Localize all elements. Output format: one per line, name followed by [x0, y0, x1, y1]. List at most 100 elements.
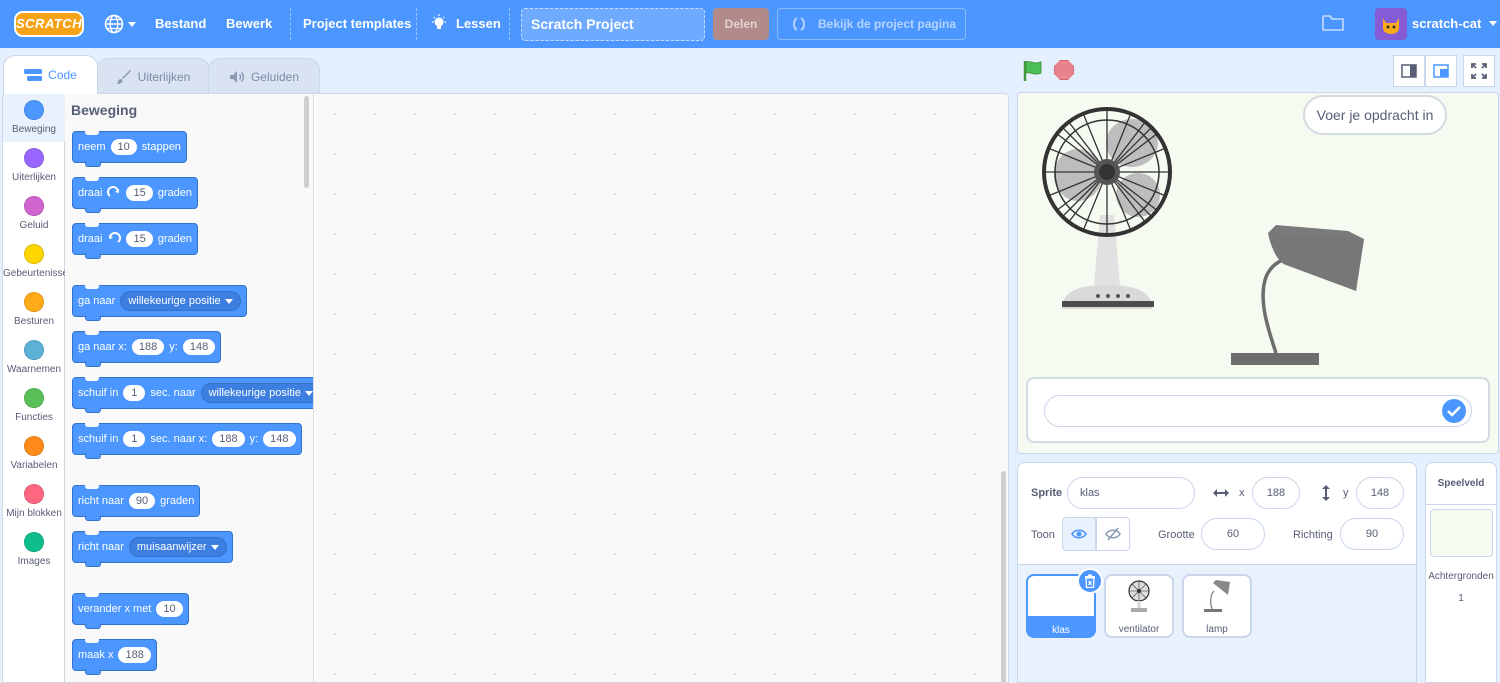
- language-menu[interactable]: [104, 13, 140, 35]
- trash-icon: [1085, 574, 1095, 588]
- stop-icon[interactable]: [1054, 60, 1074, 80]
- stage-canvas[interactable]: Voer je opdracht in: [1017, 92, 1499, 454]
- edit-menu[interactable]: Bewerk: [226, 16, 272, 31]
- degrees-input[interactable]: 15: [126, 185, 153, 201]
- tab-sounds-label: Geluiden: [250, 69, 300, 84]
- tab-costumes-label: Uiterlijken: [137, 69, 191, 84]
- tab-sounds[interactable]: Geluiden: [208, 58, 320, 94]
- share-button[interactable]: Delen: [713, 8, 769, 40]
- category-dot: [24, 340, 44, 360]
- direction-input[interactable]: 90: [128, 493, 156, 509]
- account-menu[interactable]: scratch-cat: [1412, 16, 1498, 31]
- seconds-input[interactable]: 1: [123, 431, 146, 447]
- delete-sprite-button[interactable]: [1077, 568, 1103, 594]
- glide-to-xy-block[interactable]: schuif in 1 sec. naar x: 188 y: 148: [72, 423, 302, 459]
- x-input[interactable]: 188: [131, 339, 165, 355]
- x-input[interactable]: 188: [118, 647, 151, 663]
- seconds-input[interactable]: 1: [123, 385, 146, 401]
- degrees-input[interactable]: 15: [126, 231, 153, 247]
- direction-label: Richting: [1293, 529, 1333, 541]
- stage-selector-title: Speelveld: [1426, 463, 1496, 505]
- category-dot: [24, 100, 44, 120]
- target-dropdown[interactable]: muisaanwijzer: [128, 537, 227, 557]
- category-looks[interactable]: Uiterlijken: [3, 142, 65, 190]
- y-position-input[interactable]: 148: [1356, 477, 1404, 509]
- category-control[interactable]: Besturen: [3, 286, 65, 334]
- templates-menu[interactable]: Project templates: [303, 16, 411, 31]
- fan-sprite[interactable]: [1040, 105, 1174, 311]
- category-menu: Beweging Uiterlijken Geluid Gebeurteniss…: [3, 94, 74, 682]
- category-dot: [24, 292, 44, 312]
- point-in-direction-block[interactable]: richt naar 90 graden: [72, 485, 201, 521]
- category-motion[interactable]: Beweging: [3, 94, 65, 142]
- large-stage-icon: [1433, 64, 1449, 78]
- move-steps-block[interactable]: neem 10 stappen: [72, 131, 187, 167]
- tab-costumes[interactable]: Uiterlijken: [96, 58, 210, 94]
- category-sound[interactable]: Geluid: [3, 190, 65, 238]
- x-position-input[interactable]: 188: [1252, 477, 1300, 509]
- set-x-block[interactable]: maak x 188: [72, 639, 157, 675]
- glide-to-block[interactable]: schuif in 1 sec. naar willekeurige posit…: [72, 377, 313, 413]
- category-images[interactable]: Images: [3, 526, 65, 574]
- see-project-page-button[interactable]: Bekijk de project pagina: [777, 8, 966, 40]
- fullscreen-button[interactable]: [1463, 55, 1495, 87]
- sprite-tile-klas[interactable]: klas: [1026, 568, 1103, 638]
- x-input[interactable]: 188: [212, 431, 245, 447]
- see-project-label: Bekijk de project pagina: [818, 17, 957, 31]
- submit-answer-button[interactable]: [1442, 399, 1466, 423]
- category-events[interactable]: Gebeurtenissen: [3, 238, 74, 286]
- category-operators[interactable]: Functies: [3, 382, 65, 430]
- x-label: x: [1239, 487, 1245, 499]
- turn-right-block[interactable]: draai 15 graden: [72, 177, 198, 213]
- avatar[interactable]: [1375, 8, 1407, 40]
- lamp-thumbnail-icon: [1204, 580, 1230, 612]
- go-to-block[interactable]: ga naar willekeurige positie: [72, 285, 247, 321]
- project-title-input[interactable]: Scratch Project: [521, 8, 705, 41]
- palette-scrollbar[interactable]: [304, 96, 309, 188]
- small-stage-button[interactable]: [1393, 55, 1425, 87]
- sprite-label: Sprite: [1031, 487, 1063, 499]
- sprite-tile-lamp[interactable]: lamp: [1182, 574, 1252, 638]
- sprite-name-input[interactable]: klas: [1067, 477, 1195, 509]
- tab-code[interactable]: Code: [3, 55, 98, 94]
- show-sprite-button[interactable]: [1062, 517, 1096, 551]
- dropdown-value: muisaanwijzer: [136, 541, 207, 553]
- file-menu[interactable]: Bestand: [155, 16, 206, 31]
- script-area[interactable]: [315, 94, 1008, 682]
- target-dropdown[interactable]: willekeurige positie: [120, 291, 241, 311]
- lamp-sprite[interactable]: [1228, 219, 1368, 369]
- size-input[interactable]: 60: [1201, 518, 1265, 550]
- y-input[interactable]: 148: [263, 431, 296, 447]
- go-to-xy-block[interactable]: ga naar x: 188 y: 148: [72, 331, 222, 367]
- tutorials-button[interactable]: Lessen: [430, 14, 501, 32]
- sprite-tile-ventilator[interactable]: ventilator: [1104, 574, 1174, 638]
- block-text: draai: [78, 187, 103, 199]
- tutorials-label: Lessen: [456, 15, 501, 31]
- answer-input[interactable]: [1044, 395, 1472, 427]
- category-variables[interactable]: Variabelen: [3, 430, 65, 478]
- lightbulb-icon: [432, 14, 446, 29]
- my-stuff-button[interactable]: [1322, 14, 1344, 35]
- dropdown-value: willekeurige positie: [208, 387, 301, 399]
- scratch-logo[interactable]: SCRATCH: [14, 11, 84, 37]
- steps-input[interactable]: 10: [110, 139, 137, 155]
- category-label: Geluid: [19, 220, 49, 231]
- x-change-input[interactable]: 10: [156, 601, 183, 617]
- green-flag-icon[interactable]: [1021, 59, 1045, 83]
- turn-left-block[interactable]: draai 15 graden: [72, 223, 198, 259]
- category-sensing[interactable]: Waarnemen: [3, 334, 65, 382]
- direction-input[interactable]: 90: [1340, 518, 1404, 550]
- sprite-thumbnail: [1106, 576, 1172, 616]
- change-x-block[interactable]: verander x met 10: [72, 593, 189, 629]
- point-towards-block[interactable]: richt naar muisaanwijzer: [72, 531, 233, 567]
- rotate-left-icon: [109, 232, 122, 243]
- target-dropdown[interactable]: willekeurige positie: [200, 383, 313, 403]
- category-my-blocks[interactable]: Mijn blokken: [3, 478, 65, 526]
- stage-selector[interactable]: Speelveld Achtergronden 1: [1425, 462, 1497, 683]
- large-stage-button[interactable]: [1425, 55, 1457, 87]
- menu-bar: SCRATCH Bestand Bewerk Project templates…: [0, 0, 1500, 48]
- speaker-icon: [229, 70, 245, 83]
- y-input[interactable]: 148: [182, 339, 216, 355]
- script-area-scrollbar[interactable]: [1001, 471, 1006, 682]
- hide-sprite-button[interactable]: [1096, 517, 1130, 551]
